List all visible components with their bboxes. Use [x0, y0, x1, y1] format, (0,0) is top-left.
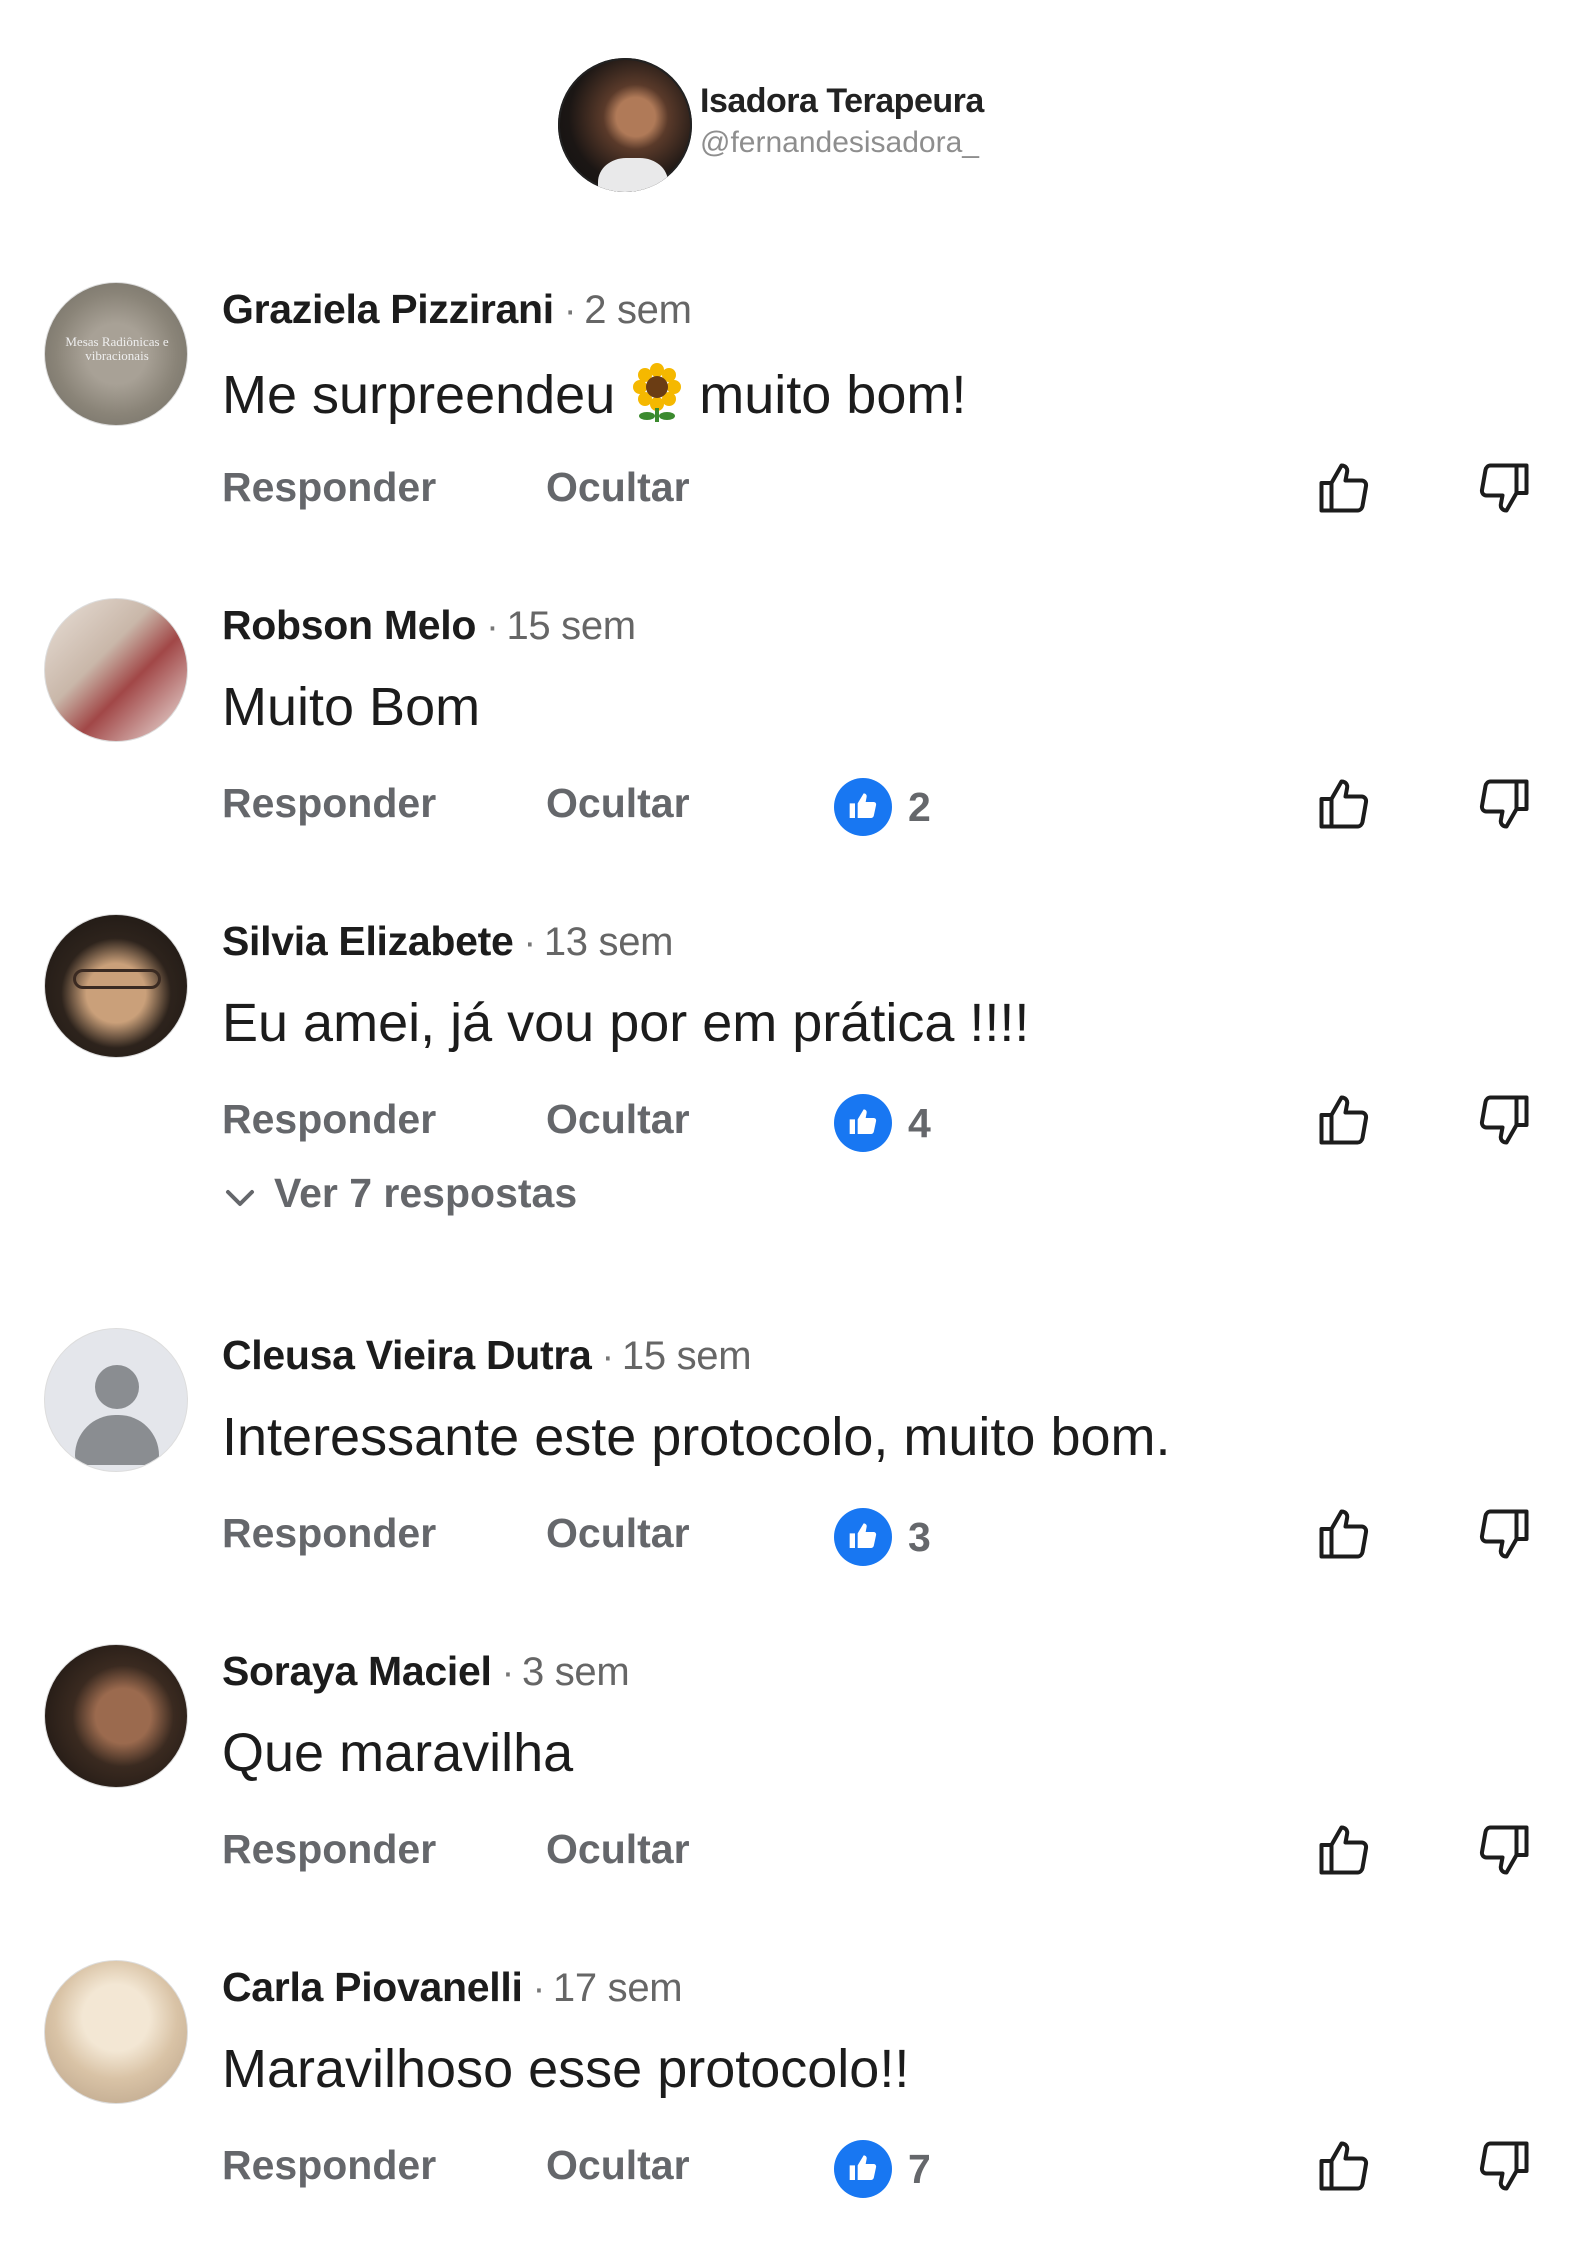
- profile-avatar[interactable]: [558, 58, 692, 192]
- comment-text: Que maravilha: [222, 1723, 574, 1783]
- comment-time: 3 sem: [521, 1650, 630, 1694]
- comment-actions: Responder Ocultar: [222, 458, 1582, 518]
- comment-author-line: Graziela Pizzirani · 2 sem: [222, 286, 692, 333]
- hide-button[interactable]: Ocultar: [546, 1826, 690, 1873]
- comment-text-part: muito bom!: [699, 364, 967, 425]
- thumbs-down-icon[interactable]: [1474, 2136, 1534, 2196]
- comment-author[interactable]: Robson Melo: [222, 602, 476, 648]
- avatar[interactable]: [44, 914, 188, 1058]
- separator: ·: [486, 606, 499, 648]
- comment-item: Silvia Elizabete · 13 sem Eu amei, já vou …: [0, 914, 1587, 1216]
- comment-text: Eu amei, já vou por em prática !!!!: [222, 993, 1030, 1053]
- like-reaction-icon: [834, 778, 892, 836]
- comment-text: Interessante este protocolo, muito bom.: [222, 1407, 1171, 1467]
- thumbs-up-icon[interactable]: [1314, 774, 1374, 834]
- comment-text: Maravilhoso esse protocolo!!: [222, 2039, 910, 2099]
- thumbs-up-icon[interactable]: [1314, 1090, 1374, 1150]
- view-replies-button[interactable]: Ver 7 respostas: [222, 1170, 577, 1220]
- like-count: 4: [908, 1100, 931, 1146]
- separator: ·: [563, 290, 577, 332]
- comment-text-part: Me surpreendeu: [222, 364, 616, 425]
- like-reaction-icon: [834, 2140, 892, 2198]
- hide-button[interactable]: Ocultar: [546, 464, 690, 511]
- comment-author[interactable]: Silvia Elizabete: [222, 918, 514, 964]
- comment-item: Soraya Maciel · 3 sem Que maravilha Respon…: [0, 1644, 1587, 1944]
- like-count: 3: [908, 1514, 931, 1560]
- separator: ·: [532, 1968, 546, 2010]
- reply-button[interactable]: Responder: [222, 1826, 436, 1873]
- comment-author-line: Carla Piovanelli · 17 sem: [222, 1964, 683, 2011]
- comment-item: Robson Melo · 15 sem Muito Bom Responder O…: [0, 598, 1587, 898]
- avatar[interactable]: [44, 1960, 188, 2104]
- thumbs-down-icon[interactable]: [1474, 1504, 1534, 1564]
- thumbs-up-icon[interactable]: [1314, 458, 1374, 518]
- comment-actions: Responder Ocultar: [222, 1820, 1582, 1880]
- reply-button[interactable]: Responder: [222, 1096, 436, 1143]
- comment-author-line: Silvia Elizabete · 13 sem: [222, 918, 673, 965]
- comment-text: Me surpreendeu muito bom!: [222, 360, 966, 437]
- comment-time: 17 sem: [552, 1966, 683, 2010]
- profile-header: Isadora Terapeura @fernandesisadora_: [558, 58, 1118, 194]
- comment-author[interactable]: Graziela Pizzirani: [222, 286, 554, 332]
- thumbs-down-icon[interactable]: [1474, 774, 1534, 834]
- comment-actions: Responder Ocultar 4: [222, 1090, 1582, 1152]
- sunflower-icon: [625, 360, 689, 437]
- comment-text: Muito Bom: [222, 677, 481, 737]
- thumbs-down-icon[interactable]: [1474, 1090, 1534, 1150]
- separator: ·: [523, 922, 536, 964]
- comment-author-line: Cleusa Vieira Dutra · 15 sem: [222, 1332, 752, 1379]
- like-reaction-icon: [834, 1508, 892, 1566]
- comment-time: 13 sem: [543, 920, 674, 964]
- hide-button[interactable]: Ocultar: [546, 1096, 690, 1143]
- comment-item: Cleusa Vieira Dutra · 15 sem Interessante …: [0, 1328, 1587, 1628]
- avatar[interactable]: Mesas Radiônicas e vibracionais: [44, 282, 188, 426]
- comment-author[interactable]: Cleusa Vieira Dutra: [222, 1332, 592, 1378]
- profile-name[interactable]: Isadora Terapeura: [700, 82, 984, 121]
- comment-author-line: Robson Melo · 15 sem: [222, 602, 636, 649]
- view-replies-label: Ver 7 respostas: [274, 1170, 578, 1216]
- thumbs-up-icon[interactable]: [1314, 2136, 1374, 2196]
- profile-handle[interactable]: @fernandesisadora_: [700, 126, 979, 160]
- reply-button[interactable]: Responder: [222, 1510, 436, 1557]
- comment-author[interactable]: Soraya Maciel: [222, 1648, 492, 1694]
- separator: ·: [601, 1336, 615, 1378]
- comment-time: 2 sem: [584, 288, 692, 332]
- avatar[interactable]: [44, 598, 188, 742]
- thumbs-up-icon[interactable]: [1314, 1820, 1374, 1880]
- comment-time: 15 sem: [506, 604, 636, 648]
- comment-actions: Responder Ocultar 7: [222, 2136, 1582, 2198]
- thumbs-down-icon[interactable]: [1474, 1820, 1534, 1880]
- hide-button[interactable]: Ocultar: [546, 2142, 690, 2189]
- comment-actions: Responder Ocultar 3: [222, 1504, 1582, 1566]
- comment-author[interactable]: Carla Piovanelli: [222, 1964, 523, 2010]
- avatar-logo-text: Mesas Radiônicas e vibracionais: [65, 334, 169, 363]
- reply-button[interactable]: Responder: [222, 464, 436, 511]
- like-count: 2: [908, 784, 931, 830]
- comment-author-line: Soraya Maciel · 3 sem: [222, 1648, 630, 1695]
- comment-actions: Responder Ocultar 2: [222, 774, 1582, 836]
- comment-time: 15 sem: [621, 1334, 752, 1378]
- hide-button[interactable]: Ocultar: [546, 780, 690, 827]
- separator: ·: [501, 1652, 515, 1694]
- like-reaction-icon: [834, 1094, 892, 1152]
- comment-item: Carla Piovanelli · 17 sem Maravilhoso esse…: [0, 1960, 1587, 2260]
- like-count: 7: [908, 2146, 931, 2192]
- default-avatar-icon[interactable]: [44, 1328, 188, 1472]
- thumbs-down-icon[interactable]: [1474, 458, 1534, 518]
- thumbs-up-icon[interactable]: [1314, 1504, 1374, 1564]
- chevron-down-icon: [222, 1173, 258, 1220]
- reply-button[interactable]: Responder: [222, 780, 436, 827]
- hide-button[interactable]: Ocultar: [546, 1510, 690, 1557]
- avatar[interactable]: [44, 1644, 188, 1788]
- reply-button[interactable]: Responder: [222, 2142, 436, 2189]
- comment-item: Mesas Radiônicas e vibracionais Graziela…: [0, 282, 1587, 582]
